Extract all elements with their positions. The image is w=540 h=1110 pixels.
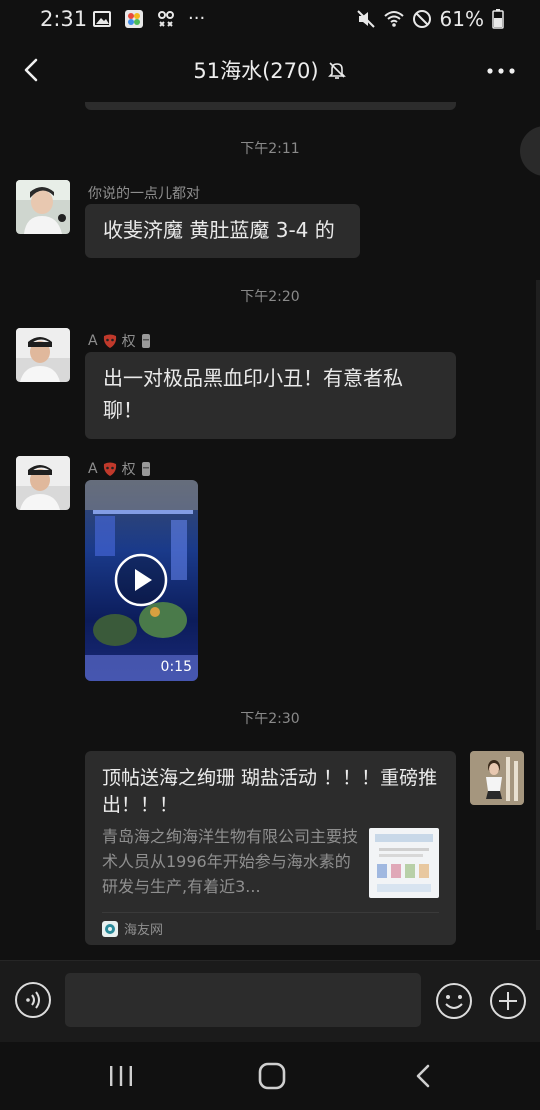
sender-name-suffix: 权 bbox=[121, 462, 136, 478]
link-card[interactable]: 顶帖送海之绚珊 瑚盐活动 ！！！重磅推出！！！ 青岛海之绚海洋生物有限公司主要技… bbox=[85, 751, 456, 945]
source-logo-icon bbox=[102, 920, 118, 937]
status-time: 2:31 bbox=[40, 7, 88, 31]
sender-name-suffix: 权 bbox=[121, 334, 136, 350]
card-description: 青岛海之绚海洋生物有限公司主要技术人员从1996年开始参与海水素的研发与生产,有… bbox=[102, 827, 359, 896]
more-icon[interactable] bbox=[484, 56, 518, 86]
message-list[interactable]: 下午2:11 你说的一点儿都对 收斐济魔 黄肚蓝魔 3-4 的 下午2:20 A… bbox=[0, 102, 540, 960]
more-notifications: ··· bbox=[188, 8, 206, 29]
plus-icon[interactable] bbox=[488, 981, 528, 1021]
emoji-icon[interactable] bbox=[434, 981, 474, 1021]
nav-back-icon[interactable] bbox=[408, 1058, 440, 1094]
wifi-icon bbox=[383, 11, 404, 27]
gallery-icon bbox=[93, 10, 111, 27]
mute-icon bbox=[327, 62, 346, 79]
mute-status-icon bbox=[356, 10, 375, 28]
message-text: 收斐济魔 黄肚蓝魔 3-4 的 bbox=[103, 218, 335, 242]
avatar[interactable] bbox=[16, 456, 70, 510]
moai-emoji-icon bbox=[141, 462, 150, 476]
play-icon[interactable] bbox=[114, 553, 168, 607]
video-message[interactable]: 0:15 bbox=[85, 480, 198, 681]
photos-app-icon bbox=[125, 9, 143, 28]
sender-name-text: A bbox=[88, 461, 98, 477]
avatar[interactable] bbox=[16, 180, 70, 234]
timestamp: 下午2:20 bbox=[240, 289, 300, 305]
sender-name-text: 你说的一点儿都对 bbox=[88, 186, 200, 202]
message-text: 出一对极品黑血印小丑！有意者私聊！ bbox=[103, 366, 403, 422]
my-avatar[interactable] bbox=[470, 751, 524, 805]
dnd-icon bbox=[412, 10, 431, 28]
notification-icons: ··· bbox=[92, 8, 205, 29]
battery-icon bbox=[492, 9, 504, 29]
system-nav-bar bbox=[0, 1042, 540, 1110]
card-source: 海友网 bbox=[102, 919, 163, 938]
message-bubble[interactable]: 收斐济魔 黄肚蓝魔 3-4 的 bbox=[85, 204, 360, 258]
status-bar: 2:31 ··· 61% bbox=[0, 0, 540, 38]
avatar[interactable] bbox=[16, 328, 70, 382]
moai-emoji-icon bbox=[141, 334, 150, 348]
scrollbar[interactable] bbox=[536, 280, 540, 930]
mask-emoji-icon bbox=[103, 334, 116, 348]
card-source-name: 海友网 bbox=[124, 923, 164, 938]
sender-name: A 权 bbox=[88, 459, 152, 479]
recents-icon[interactable] bbox=[104, 1062, 138, 1090]
card-title: 顶帖送海之绚珊 瑚盐活动 ！！！重磅推出！！！ bbox=[102, 767, 438, 816]
link-icon bbox=[158, 10, 174, 27]
card-divider bbox=[102, 912, 439, 913]
status-right: 61% bbox=[356, 7, 504, 31]
sender-name-text: A bbox=[88, 333, 98, 349]
chat-title-area: 51海水(270) bbox=[0, 55, 540, 85]
message-bubble[interactable]: 出一对极品黑血印小丑！有意者私聊！ bbox=[85, 352, 456, 439]
mask-emoji-icon bbox=[103, 462, 116, 476]
chat-header: 51海水(270) bbox=[0, 38, 540, 102]
input-bar bbox=[0, 960, 540, 1042]
timestamp: 下午2:11 bbox=[240, 141, 300, 157]
voice-icon[interactable] bbox=[14, 981, 52, 1019]
home-icon[interactable] bbox=[254, 1058, 290, 1094]
video-duration: 0:15 bbox=[160, 659, 192, 675]
previous-message-bubble bbox=[85, 102, 456, 110]
battery-percent: 61% bbox=[439, 7, 484, 31]
timestamp: 下午2:30 bbox=[240, 711, 300, 727]
message-input[interactable] bbox=[65, 973, 421, 1027]
sender-name: 你说的一点儿都对 bbox=[88, 183, 200, 203]
chat-title: 51海水(270) bbox=[193, 59, 319, 83]
sender-name: A 权 bbox=[88, 331, 152, 351]
card-thumbnail bbox=[369, 828, 439, 898]
